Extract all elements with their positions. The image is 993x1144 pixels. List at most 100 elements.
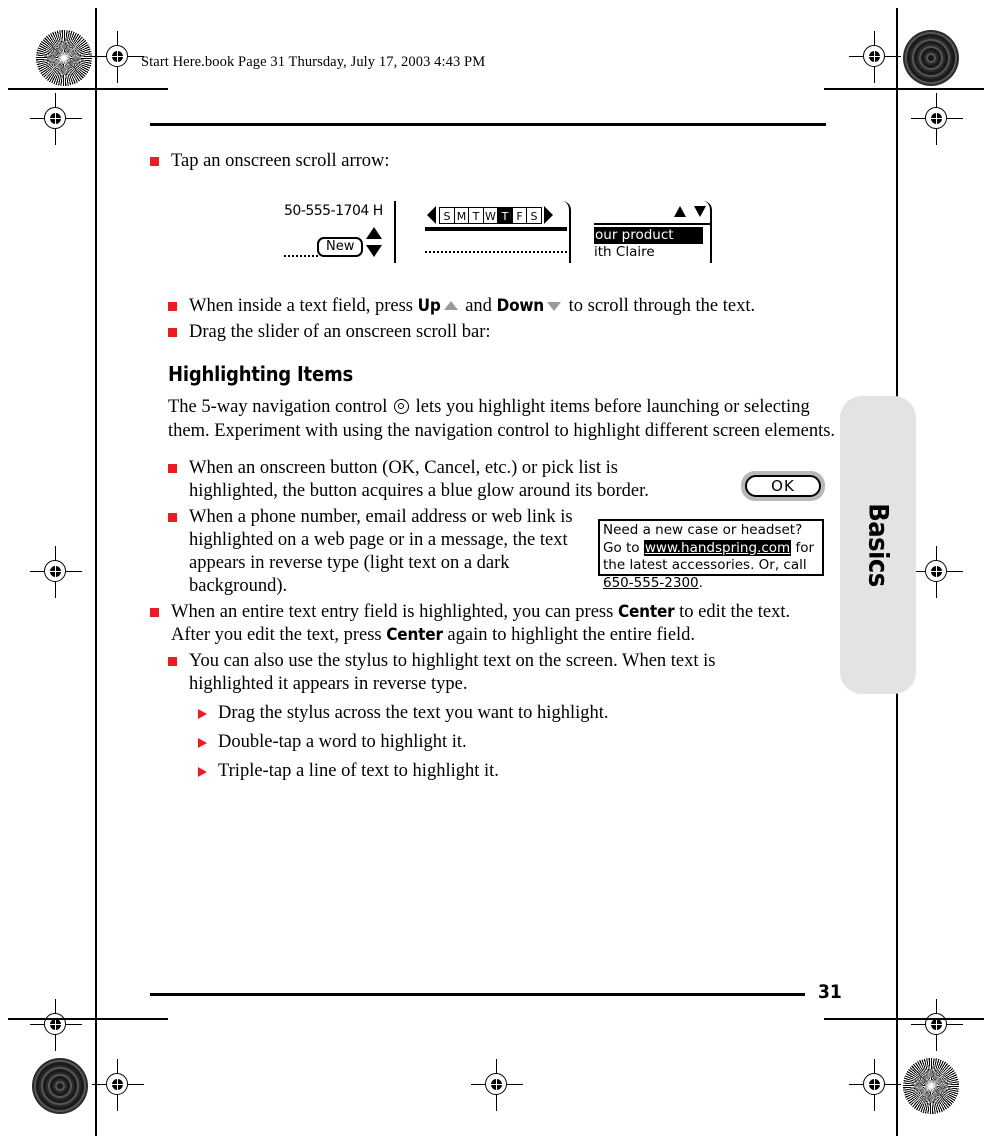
bullet-stylus-highlight-text: You can also use the stylus to highlight…: [189, 651, 716, 694]
bullet-center-edit-text: When an entire text entry field is highl…: [171, 601, 826, 647]
pda-figure-day-selector: S M T W T F S: [423, 201, 573, 263]
list-scroll-down-arrow-icon[interactable]: [694, 206, 706, 217]
bullet-tap-scroll-arrow: Tap an onscreen scroll arrow:: [150, 150, 826, 173]
pda-solid-divider: [425, 227, 567, 231]
up-triangle-icon: [443, 301, 458, 311]
starburst-resolution-target-top-left: [36, 30, 92, 86]
center-edit-part-1: When an entire text entry field is highl…: [171, 602, 618, 622]
sub-bullet-double-tap-text: Double-tap a word to highlight it.: [218, 732, 467, 752]
registration-mark-right-lower: [911, 999, 963, 1051]
scroll-up-arrow-icon[interactable]: [366, 227, 382, 239]
list-row-plain[interactable]: ith Claire: [594, 244, 655, 261]
registration-mark-bottom-left: [92, 1059, 144, 1111]
web-snippet-line-3-suffix: .: [698, 574, 703, 591]
bullet-tap-scroll-arrow-text: Tap an onscreen scroll arrow:: [171, 151, 390, 171]
bullet-stylus-highlight: You can also use the stylus to highlight…: [168, 650, 826, 696]
previous-week-arrow-icon[interactable]: [427, 206, 436, 224]
key-center-label-1: Center: [617, 602, 675, 622]
next-week-arrow-icon[interactable]: [543, 206, 553, 224]
day-of-week-selector[interactable]: S M T W T F S: [427, 206, 553, 224]
pda-figure-highlighted-row: our product ith Claire: [594, 201, 714, 263]
center-edit-part-3: again to highlight the entire field.: [442, 625, 696, 645]
crop-line-bottom-horizontal: [8, 1018, 168, 1020]
list-row-highlighted[interactable]: our product: [594, 227, 703, 244]
registration-mark-left-upper: [30, 93, 82, 145]
figure-web-page-snippet: Need a new case or headset? Go to www.ha…: [598, 519, 824, 591]
halftone-density-target-top-right: [903, 30, 959, 86]
pda-new-button[interactable]: New: [317, 237, 364, 257]
page-header-text: Start Here.book Page 31 Thursday, July 1…: [141, 54, 486, 70]
web-link-highlighted[interactable]: www.handspring.com: [643, 539, 792, 556]
bullet-button-glow: When an onscreen button (OK, Cancel, etc…: [168, 457, 826, 503]
sub-bullet-triple-tap-text: Triple-tap a line of text to highlight i…: [218, 761, 499, 781]
bullet-square-icon: [168, 302, 177, 311]
sub-bullet-double-tap: Double-tap a word to highlight it.: [198, 731, 826, 754]
sub-bullet-drag-stylus-text: Drag the stylus across the text you want…: [218, 703, 609, 723]
section-heading-highlighting-items: Highlighting Items: [168, 362, 354, 386]
web-snippet-line-3-prefix: accessories. Or, call: [671, 557, 807, 573]
bullet-square-icon: [168, 464, 177, 473]
pda-dotted-field-line: [284, 255, 318, 257]
registration-mark-bottom-right: [849, 1059, 901, 1111]
figure-ok-button-glow: OK: [741, 471, 825, 501]
page-number: 31: [818, 981, 842, 1003]
bullet-square-icon: [168, 657, 177, 666]
sub-bullet-drag-stylus: Drag the stylus across the text you want…: [198, 702, 826, 725]
pda-phone-field-text: 50-555-1704 H: [284, 203, 383, 219]
registration-mark-left-middle: [30, 546, 82, 598]
registration-mark-top-right: [849, 31, 901, 83]
crop-line-left-vertical: [95, 8, 97, 1136]
key-up-label: Up: [417, 296, 441, 316]
bullet-drag-slider-text: Drag the slider of an onscreen scroll ba…: [189, 322, 491, 342]
bullet-square-icon: [150, 608, 159, 617]
bullet-center-edit: When an entire text entry field is highl…: [150, 601, 826, 647]
registration-mark-left-lower: [30, 999, 82, 1051]
bullet-text-field-scroll: When inside a text field, press Up and D…: [168, 295, 826, 318]
registration-mark-bottom-center: [471, 1059, 523, 1111]
down-triangle-icon: [547, 302, 561, 312]
bullet-text-field-scroll-text: When inside a text field, press Up and D…: [189, 295, 755, 318]
web-phone-link[interactable]: 650-555-2300: [603, 575, 699, 591]
pda-list-divider: [594, 223, 710, 225]
bullet-reverse-type-text: When a phone number, email address or we…: [189, 507, 573, 596]
key-down-label: Down: [496, 296, 545, 316]
bullet-square-icon: [168, 513, 177, 522]
triangle-bullet-icon: [198, 709, 207, 719]
scroll-down-arrow-icon[interactable]: [366, 245, 382, 257]
navigation-control-icon: [394, 399, 409, 414]
document-content: Tap an onscreen scroll arrow: 50-555-170…: [150, 123, 835, 786]
day-button-saturday[interactable]: S: [526, 206, 542, 224]
bullet-square-icon: [150, 157, 159, 166]
sub-bullet-triple-tap: Triple-tap a line of text to highlight i…: [198, 760, 826, 783]
section-intro-paragraph: The 5-way navigation control lets you hi…: [168, 396, 840, 443]
registration-mark-right-middle: [911, 546, 963, 598]
crop-line-bottom-horizontal-right: [824, 1018, 984, 1020]
crop-line-top-horizontal: [8, 88, 168, 90]
starburst-resolution-target-bottom-right: [903, 1058, 959, 1114]
chapter-side-tab: Basics: [840, 396, 916, 694]
text-field-mid: and: [460, 296, 497, 316]
header-rule: [150, 123, 826, 126]
intro-part-1: The 5-way navigation control: [168, 397, 392, 417]
pda-scroll-arrows[interactable]: [366, 227, 383, 257]
pda-screen-edge: [393, 201, 396, 263]
crop-line-top-horizontal-right: [824, 88, 984, 90]
bullet-square-icon: [168, 328, 177, 337]
pda-figure-strip: 50-555-1704 H New S M T W T F S our prod…: [150, 201, 826, 273]
registration-mark-right-upper: [911, 93, 963, 145]
triangle-bullet-icon: [198, 738, 207, 748]
pda-figure-new-button: 50-555-1704 H New: [284, 201, 396, 263]
key-center-label-2: Center: [386, 625, 443, 645]
pda-dotted-divider: [425, 251, 567, 253]
footer-rule: [150, 993, 805, 996]
bullet-button-glow-text: When an onscreen button (OK, Cancel, etc…: [189, 458, 649, 501]
ok-button[interactable]: OK: [745, 475, 821, 497]
text-field-suffix: to scroll through the text.: [564, 296, 756, 316]
text-field-prefix: When inside a text field, press: [189, 296, 418, 316]
registration-mark-top-left: [92, 31, 144, 83]
list-scroll-up-arrow-icon[interactable]: [674, 206, 686, 217]
chapter-side-tab-label: Basics: [862, 503, 894, 587]
bullet-drag-slider: Drag the slider of an onscreen scroll ba…: [168, 321, 826, 344]
triangle-bullet-icon: [198, 767, 207, 777]
halftone-density-target-bottom-left: [32, 1058, 88, 1114]
